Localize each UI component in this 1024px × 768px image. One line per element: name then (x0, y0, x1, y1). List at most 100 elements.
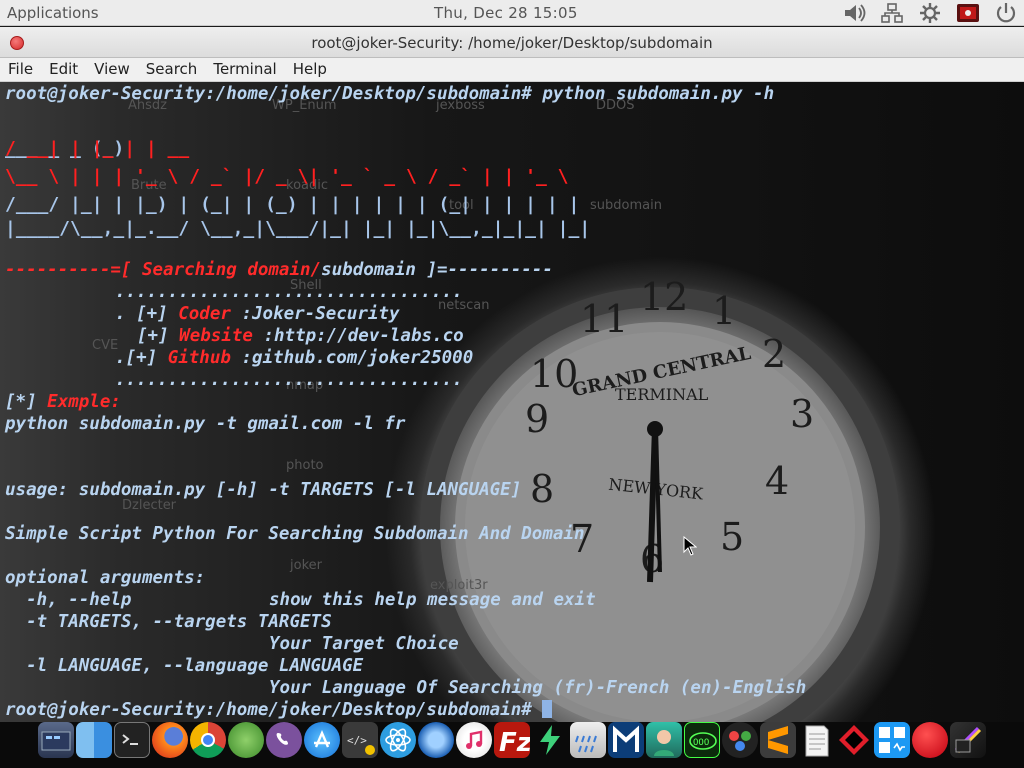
coder-value: :Joker-Security (230, 304, 400, 324)
svg-text:/___/ |_| | |_) | (_| | (_) |: /___/ |_| | |_) | (_| | (_) | | | | | | … (5, 194, 579, 215)
example-label: Exmple: (47, 392, 121, 412)
svg-text:11: 11 (580, 297, 628, 341)
svg-text:Fz: Fz (499, 728, 530, 758)
svg-text:5: 5 (720, 515, 744, 559)
terminal-area[interactable]: 121 23 45 67 89 1011 GRAND CENTRAL TERMI… (0, 82, 1024, 722)
optional-header: optional arguments: (5, 568, 206, 588)
svg-text:3: 3 (790, 392, 814, 436)
window-titlebar[interactable]: root@joker-Security: /home/joker/Desktop… (0, 27, 1024, 58)
applications-menu[interactable]: Applications (7, 4, 99, 22)
opt-targets-flag: -t TARGETS, --targets TARGETS (5, 612, 332, 632)
top-panel: Applications Thu, Dec 28 15:05 (0, 0, 1024, 26)
download-icon[interactable] (532, 722, 568, 758)
sublime-icon[interactable] (760, 722, 796, 758)
final-cut-icon[interactable] (950, 722, 986, 758)
menu-search[interactable]: Search (138, 58, 206, 81)
command-text: python subdomain.py -h (531, 84, 775, 104)
info-marker: [*] (5, 392, 48, 412)
menu-terminal[interactable]: Terminal (205, 58, 284, 81)
viber-icon[interactable] (266, 722, 302, 758)
avatar-app-icon[interactable] (646, 722, 682, 758)
menu-file[interactable]: File (0, 58, 41, 81)
code-editor-icon[interactable]: </> (342, 722, 378, 758)
desktop-icon-label: photo (286, 458, 324, 473)
banner-title-red: Searching domain/ (141, 260, 322, 280)
svg-text:/ __| | |_ | |: / __| | |_ | | __ (5, 138, 189, 159)
finder-icon[interactable] (76, 722, 112, 758)
terminal-line: ----------=[ Searching domain/subdomain … (5, 259, 553, 281)
svg-text:9: 9 (525, 397, 549, 441)
website-value: :http://dev-labs.co (252, 326, 464, 346)
svg-text:1: 1 (712, 289, 736, 333)
coder-label: Coder (178, 304, 231, 324)
hacking-tool-icon[interactable]: OOO (684, 722, 720, 758)
opt-targets-desc: Your Target Choice (269, 634, 459, 654)
firefox-icon[interactable] (152, 722, 188, 758)
metasploit-icon[interactable] (608, 722, 644, 758)
network-icon[interactable] (880, 2, 904, 24)
svg-text:2: 2 (762, 332, 786, 376)
settings-gear-icon[interactable] (918, 2, 942, 24)
opt-help-flag: -h, --help (5, 590, 132, 610)
dock-items: </> Fz OOO (38, 722, 986, 758)
atom-icon[interactable] (380, 722, 416, 758)
svg-text:8: 8 (530, 467, 554, 511)
terminal-icon[interactable] (114, 722, 150, 758)
github-label: Github (167, 348, 231, 368)
music-icon[interactable] (456, 722, 492, 758)
description-line: Simple Script Python For Searching Subdo… (5, 524, 585, 544)
davinci-icon[interactable] (722, 722, 758, 758)
browser-icon[interactable] (418, 722, 454, 758)
terminal-line: root@joker-Security:/home/joker/Desktop/… (5, 83, 774, 105)
website-label: Website (179, 326, 253, 346)
dock: </> Fz OOO (0, 722, 1024, 768)
desktop-icon-label: joker (290, 558, 322, 573)
final-prompt: root@joker-Security:/home/joker/Desktop/… (5, 700, 532, 720)
opt-lang-desc: Your Language Of Searching (fr)-French (… (269, 678, 807, 698)
menu-edit[interactable]: Edit (41, 58, 86, 81)
opt-lang-flag: -l LANGUAGE, --language LANGUAGE (5, 656, 364, 676)
menu-view[interactable]: View (86, 58, 138, 81)
weather-icon[interactable] (570, 722, 606, 758)
svg-text:OOO: OOO (693, 738, 709, 748)
svg-text:12: 12 (640, 275, 688, 319)
chrome-icon[interactable] (190, 722, 226, 758)
power-icon[interactable] (994, 2, 1018, 24)
window-title: root@joker-Security: /home/joker/Desktop… (311, 34, 713, 52)
dots-line: ................................. (115, 282, 463, 302)
opt-help-desc: show this help message and exit (269, 590, 596, 610)
svg-text:\__ \ | | | '_ \ / _` |/ _ \|: \__ \ | | | '_ \ / _` |/ _ \| '_ ` _ \ /… (5, 166, 569, 187)
notes-icon[interactable] (798, 722, 834, 758)
network-globe-icon[interactable] (228, 722, 264, 758)
red-diamond-icon[interactable] (836, 722, 872, 758)
svg-text:10: 10 (530, 352, 578, 396)
svg-text:|____/\__,_|_.__/ \__,_|\___/|: |____/\__,_|_.__/ \__,_|\___/|_| |_| |_|… (5, 218, 590, 239)
terminal-line: .[+] Github :github.com/joker25000 (115, 348, 474, 368)
filezilla-icon[interactable]: Fz (494, 722, 533, 758)
svg-text:</>: </> (347, 734, 367, 747)
record-icon[interactable] (956, 2, 980, 24)
terminal-line: [*] Exmple: (5, 391, 121, 413)
system-tray (842, 2, 1018, 24)
svg-text:TERMINAL: TERMINAL (615, 385, 709, 404)
svg-text:4: 4 (765, 459, 789, 503)
dots-line: ................................. (115, 370, 463, 390)
example-command: python subdomain.py -t gmail.com -l fr (5, 414, 406, 434)
menu-bar: File Edit View Search Terminal Help (0, 58, 1024, 82)
red-circle-icon[interactable] (912, 722, 948, 758)
subdomain-ascii-banner: ___ _ _ (_) / __| | |_ | | __ \__ \ | | … (5, 138, 590, 239)
banner-title-post: subdomain ]=---------- (321, 260, 553, 280)
terminal-line: [+] Website :http://dev-labs.co (137, 326, 464, 346)
shell-prompt: root@joker-Security:/home/joker/Desktop/… (5, 84, 532, 104)
menu-help[interactable]: Help (285, 58, 335, 81)
usage-line: usage: subdomain.py [-h] -t TARGETS [-l … (5, 480, 522, 500)
terminal-line: . [+] Coder :Joker-Security (115, 304, 400, 324)
clock[interactable]: Thu, Dec 28 15:05 (434, 4, 578, 22)
files-icon[interactable] (38, 722, 74, 758)
volume-icon[interactable] (842, 2, 866, 24)
text-cursor (542, 700, 553, 718)
kde-icon[interactable] (874, 722, 910, 758)
app-store-icon[interactable] (304, 722, 340, 758)
mouse-pointer-icon (683, 536, 697, 556)
banner-title-pre: ----------=[ (5, 260, 142, 280)
